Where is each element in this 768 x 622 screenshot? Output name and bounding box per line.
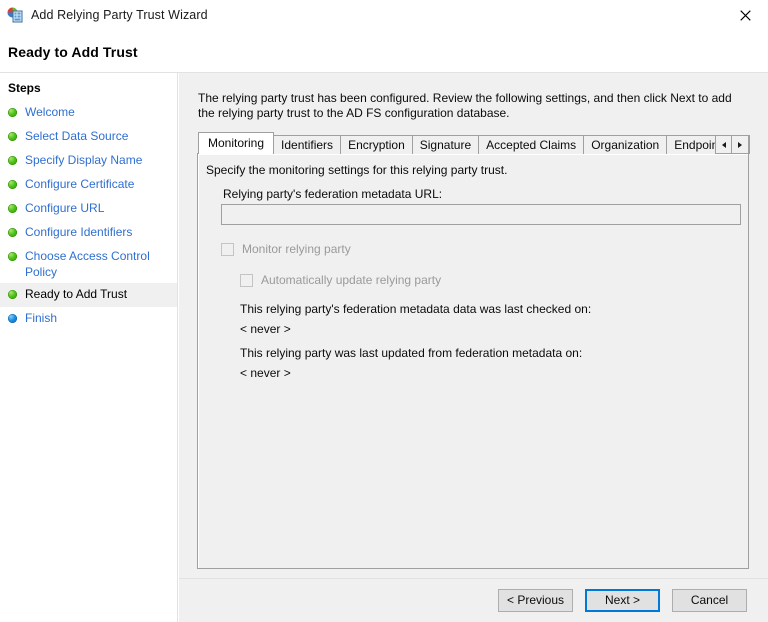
tab-scroll-buttons <box>715 135 749 154</box>
step-status-icon <box>8 156 17 165</box>
scroll-left-icon[interactable] <box>715 135 732 154</box>
window-titlebar: Add Relying Party Trust Wizard <box>0 0 768 30</box>
tab-organization[interactable]: Organization <box>583 135 668 154</box>
federation-metadata-url-label: Relying party's federation metadata URL: <box>223 187 443 201</box>
auto-update-relying-party-label: Automatically update relying party <box>261 273 442 287</box>
next-button[interactable]: Next > <box>585 589 660 612</box>
sidebar-item-label: Choose Access Control Policy <box>25 249 150 279</box>
tab-monitoring[interactable]: Monitoring <box>198 132 275 154</box>
monitor-relying-party-checkbox[interactable] <box>221 242 234 256</box>
step-status-icon <box>8 252 17 261</box>
previous-button[interactable]: < Previous <box>498 589 573 612</box>
auto-update-relying-party-checkbox[interactable] <box>240 273 253 287</box>
sidebar-item-label: Finish <box>25 311 58 325</box>
federation-metadata-url-input[interactable] <box>221 204 741 225</box>
sidebar-item-label: Configure URL <box>25 201 105 215</box>
step-status-icon <box>8 290 17 299</box>
step-status-icon <box>8 204 17 213</box>
steps-heading: Steps <box>8 81 41 95</box>
step-status-icon <box>8 228 17 237</box>
settings-tab-control: Monitoring Identifiers Encryption Signat… <box>197 132 750 569</box>
sidebar-item-label: Configure Certificate <box>25 177 135 191</box>
step-status-icon <box>8 180 17 189</box>
sidebar-item-finish[interactable]: Finish <box>0 307 177 331</box>
tab-strip: Monitoring Identifiers Encryption Signat… <box>197 132 750 154</box>
last-checked-value: < never > <box>240 322 291 336</box>
sidebar-item-choose-access-control-policy[interactable]: Choose Access Control Policy <box>0 245 177 283</box>
sidebar-item-label: Specify Display Name <box>25 153 143 167</box>
step-status-icon <box>8 314 17 323</box>
sidebar-item-label: Ready to Add Trust <box>25 287 128 301</box>
steps-sidebar: Steps Welcome Select Data Source Specify… <box>0 73 178 622</box>
intro-description: The relying party trust has been configu… <box>198 91 732 120</box>
sidebar-item-specify-display-name[interactable]: Specify Display Name <box>0 149 177 173</box>
last-checked-caption: This relying party's federation metadata… <box>240 302 592 316</box>
step-status-icon <box>8 108 17 117</box>
monitor-relying-party-row[interactable]: Monitor relying party <box>221 242 351 256</box>
step-status-icon <box>8 132 17 141</box>
tab-panel-monitoring: Specify the monitoring settings for this… <box>197 153 749 569</box>
close-icon[interactable] <box>722 0 768 30</box>
sidebar-item-ready-to-add-trust[interactable]: Ready to Add Trust <box>0 283 177 307</box>
sidebar-item-configure-identifiers[interactable]: Configure Identifiers <box>0 221 177 245</box>
sidebar-item-label: Select Data Source <box>25 129 129 143</box>
sidebar-item-select-data-source[interactable]: Select Data Source <box>0 125 177 149</box>
tab-signature[interactable]: Signature <box>411 135 480 154</box>
main-content-panel: The relying party trust has been configu… <box>179 73 768 622</box>
sidebar-item-label: Configure Identifiers <box>25 225 133 239</box>
last-updated-value: < never > <box>240 366 291 380</box>
sidebar-item-welcome[interactable]: Welcome <box>0 101 177 125</box>
scroll-right-icon[interactable] <box>732 135 749 154</box>
cancel-button[interactable]: Cancel <box>672 589 747 612</box>
wizard-footer: < Previous Next > Cancel <box>179 579 768 622</box>
page-title: Ready to Add Trust <box>8 44 138 60</box>
sidebar-item-configure-certificate[interactable]: Configure Certificate <box>0 173 177 197</box>
monitoring-description: Specify the monitoring settings for this… <box>206 163 508 177</box>
sidebar-item-configure-url[interactable]: Configure URL <box>0 197 177 221</box>
adfs-wizard-icon <box>7 7 23 23</box>
monitor-relying-party-label: Monitor relying party <box>242 242 351 256</box>
auto-update-relying-party-row[interactable]: Automatically update relying party <box>240 273 441 287</box>
tab-accepted-claims[interactable]: Accepted Claims <box>478 135 585 154</box>
sidebar-item-label: Welcome <box>25 105 75 119</box>
tab-identifiers[interactable]: Identifiers <box>273 135 342 154</box>
window-title: Add Relying Party Trust Wizard <box>31 8 208 22</box>
last-updated-caption: This relying party was last updated from… <box>240 346 583 360</box>
tab-encryption[interactable]: Encryption <box>340 135 413 154</box>
